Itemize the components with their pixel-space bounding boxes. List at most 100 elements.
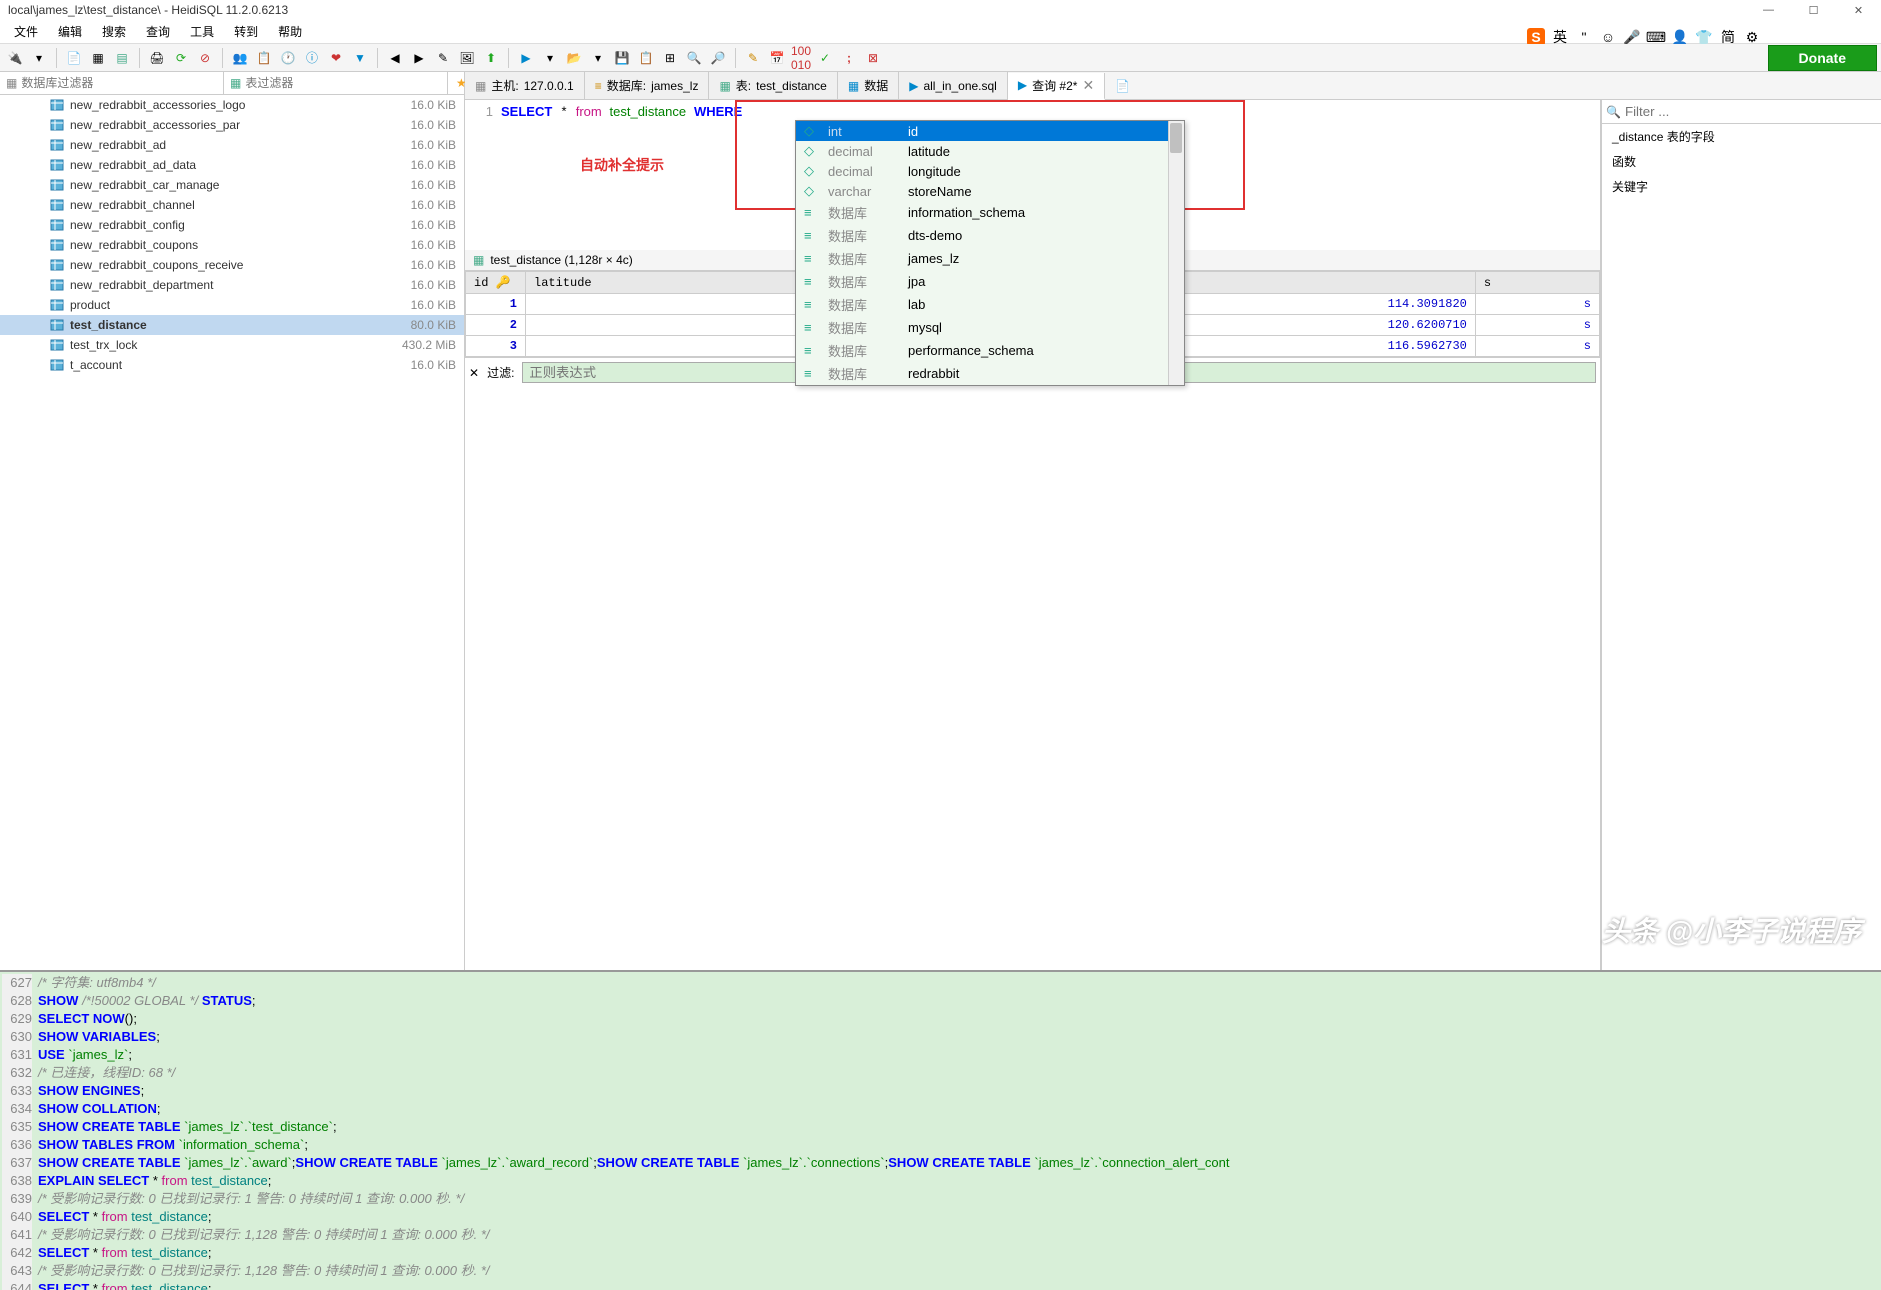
db-filter[interactable]: ▦ — [0, 72, 224, 94]
format-icon[interactable]: ✓ — [814, 47, 836, 69]
cell[interactable]: s — [1475, 315, 1599, 336]
tab-table[interactable]: ▦ 表: test_distance — [709, 72, 837, 99]
text-icon[interactable]: ✎ — [432, 47, 454, 69]
scrollbar[interactable] — [1168, 121, 1184, 385]
save-icon[interactable]: 💾 — [611, 47, 633, 69]
tree-item[interactable]: new_redrabbit_car_manage16.0 KiB — [0, 175, 464, 195]
tree-item[interactable]: new_redrabbit_ad16.0 KiB — [0, 135, 464, 155]
tree-item[interactable]: new_redrabbit_accessories_par16.0 KiB — [0, 115, 464, 135]
refresh-icon[interactable]: ⟳ — [170, 47, 192, 69]
helper-item[interactable]: 函数 — [1602, 149, 1881, 174]
tree-item[interactable]: test_trx_lock430.2 MiB — [0, 335, 464, 355]
helper-item[interactable]: 关键字 — [1602, 174, 1881, 199]
binary-icon[interactable]: 100010 — [790, 47, 812, 69]
autocomplete-item[interactable]: ≡数据库dts-demo — [796, 224, 1184, 247]
column-header[interactable]: id 🔑 — [466, 272, 526, 294]
snippet-icon[interactable]: 📋 — [635, 47, 657, 69]
autocomplete-item[interactable]: ≡数据库lab — [796, 293, 1184, 316]
helper-item[interactable]: _distance 表的字段 — [1602, 124, 1881, 149]
menu-搜索[interactable]: 搜索 — [92, 20, 136, 43]
tab-database[interactable]: ≡ 数据库: james_lz — [585, 72, 710, 99]
object-tree[interactable]: new_redrabbit_accessories_logo16.0 KiBne… — [0, 95, 464, 970]
autocomplete-item[interactable]: ≡数据库mysql — [796, 316, 1184, 339]
cell[interactable]: s — [1475, 336, 1599, 357]
column-header[interactable]: s — [1475, 272, 1599, 294]
prev-icon[interactable]: ◀ — [384, 47, 406, 69]
minimize-button[interactable]: — — [1746, 0, 1791, 20]
menu-转到[interactable]: 转到 — [224, 20, 268, 43]
db-filter-input[interactable] — [21, 76, 217, 90]
tree-item[interactable]: new_redrabbit_coupons_receive16.0 KiB — [0, 255, 464, 275]
tab-file[interactable]: ▶ all_in_one.sql — [899, 72, 1008, 99]
close-filter-icon[interactable]: ✕ — [469, 366, 479, 380]
menu-文件[interactable]: 文件 — [4, 20, 48, 43]
maximize-button[interactable]: ☐ — [1791, 0, 1836, 20]
autocomplete-item[interactable]: ◇varcharstoreName — [796, 181, 1184, 201]
autocomplete-item[interactable]: ≡数据库performance_schema — [796, 339, 1184, 362]
table-filter-input[interactable] — [245, 76, 441, 90]
cell[interactable]: 1 — [466, 294, 526, 315]
image-icon[interactable]: 🖼 — [456, 47, 478, 69]
autocomplete-item[interactable]: ≡数据库james_lz — [796, 247, 1184, 270]
donate-button[interactable]: Donate — [1768, 45, 1877, 71]
new-tab-icon[interactable]: 📄 — [63, 47, 85, 69]
tables-icon[interactable]: ▦ — [87, 47, 109, 69]
dropdown-icon[interactable]: ▾ — [28, 47, 50, 69]
tree-item[interactable]: new_redrabbit_department16.0 KiB — [0, 275, 464, 295]
find2-icon[interactable]: 🔎 — [707, 47, 729, 69]
stop-icon[interactable]: ⊘ — [194, 47, 216, 69]
open-icon[interactable]: 📂 — [563, 47, 585, 69]
sql-editor[interactable]: 1SELECT * from test_distance WHERE 自动补全提… — [465, 100, 1600, 124]
print-icon[interactable]: 🖨 — [146, 47, 168, 69]
status-icon[interactable]: ⓘ — [301, 47, 323, 69]
tab-new[interactable]: 📄 — [1105, 72, 1140, 99]
tree-item[interactable]: new_redrabbit_config16.0 KiB — [0, 215, 464, 235]
semicolon-icon[interactable]: ; — [838, 47, 860, 69]
calendar-icon[interactable]: 📅 — [766, 47, 788, 69]
expand-icon[interactable]: ⊞ — [659, 47, 681, 69]
autocomplete-item[interactable]: ◇intid — [796, 121, 1184, 141]
connect-icon[interactable]: 🔌 — [4, 47, 26, 69]
export-icon[interactable]: ⬆ — [480, 47, 502, 69]
tab-query[interactable]: ▶ 查询 #2* ✕ — [1008, 73, 1105, 100]
autocomplete-popup[interactable]: ◇intid◇decimallatitude◇decimallongitude◇… — [795, 120, 1185, 386]
tree-item[interactable]: product16.0 KiB — [0, 295, 464, 315]
menu-编辑[interactable]: 编辑 — [48, 20, 92, 43]
tab-data[interactable]: ▦ 数据 — [838, 72, 899, 99]
tab-host[interactable]: ▦ 主机: 127.0.0.1 — [465, 72, 585, 99]
clock-icon[interactable]: 🕐 — [277, 47, 299, 69]
find-icon[interactable]: 🔍 — [683, 47, 705, 69]
cell[interactable]: 2 — [466, 315, 526, 336]
table-filter[interactable]: ▦ — [224, 72, 448, 94]
menu-工具[interactable]: 工具 — [180, 20, 224, 43]
tree-item[interactable]: new_redrabbit_ad_data16.0 KiB — [0, 155, 464, 175]
table-icon[interactable]: ▤ — [111, 47, 133, 69]
favorite-icon[interactable]: ★ — [448, 72, 464, 94]
tree-item[interactable]: t_account16.0 KiB — [0, 355, 464, 375]
autocomplete-item[interactable]: ≡数据库information_schema — [796, 201, 1184, 224]
menu-帮助[interactable]: 帮助 — [268, 20, 312, 43]
open-drop-icon[interactable]: ▾ — [587, 47, 609, 69]
exit-icon[interactable]: ⊠ — [862, 47, 884, 69]
helper-filter-input[interactable] — [1625, 104, 1877, 119]
vars-icon[interactable]: 📋 — [253, 47, 275, 69]
users-icon[interactable]: 👥 — [229, 47, 251, 69]
tree-item[interactable]: test_distance80.0 KiB — [0, 315, 464, 335]
run-drop-icon[interactable]: ▾ — [539, 47, 561, 69]
tree-item[interactable]: new_redrabbit_channel16.0 KiB — [0, 195, 464, 215]
close-button[interactable]: ✕ — [1836, 0, 1881, 20]
next-icon[interactable]: ▶ — [408, 47, 430, 69]
cell[interactable]: s — [1475, 294, 1599, 315]
scroll-thumb[interactable] — [1170, 123, 1182, 153]
autocomplete-item[interactable]: ≡数据库redrabbit — [796, 362, 1184, 385]
run-icon[interactable]: ▶ — [515, 47, 537, 69]
tree-item[interactable]: new_redrabbit_accessories_logo16.0 KiB — [0, 95, 464, 115]
highlight-icon[interactable]: ✎ — [742, 47, 764, 69]
autocomplete-item[interactable]: ≡数据库jpa — [796, 270, 1184, 293]
health-icon[interactable]: ❤ — [325, 47, 347, 69]
cell[interactable]: 3 — [466, 336, 526, 357]
filter-icon[interactable]: ▼ — [349, 47, 371, 69]
autocomplete-item[interactable]: ◇decimallongitude — [796, 161, 1184, 181]
log-panel[interactable]: 627/* 字符集: utf8mb4 */628SHOW /*!50002 GL… — [0, 970, 1881, 1290]
autocomplete-item[interactable]: ◇decimallatitude — [796, 141, 1184, 161]
